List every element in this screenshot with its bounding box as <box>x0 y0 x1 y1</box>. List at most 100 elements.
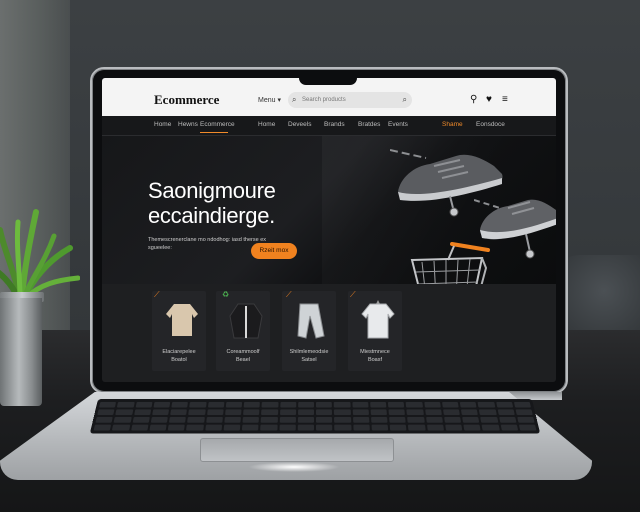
key[interactable] <box>170 409 188 416</box>
trackpad[interactable] <box>200 438 394 462</box>
key[interactable] <box>459 401 477 408</box>
key[interactable] <box>316 424 333 431</box>
key[interactable] <box>352 424 370 431</box>
key[interactable] <box>513 401 531 408</box>
key[interactable] <box>260 416 278 423</box>
key[interactable] <box>261 409 278 416</box>
key[interactable] <box>389 416 406 423</box>
key[interactable] <box>407 416 425 423</box>
site-logo[interactable]: Ecommerce <box>154 92 219 108</box>
key[interactable] <box>425 416 443 423</box>
key[interactable] <box>460 409 479 416</box>
key[interactable] <box>115 409 133 416</box>
key[interactable] <box>387 401 405 408</box>
nav-item[interactable]: Bratdes <box>358 121 380 128</box>
key[interactable] <box>113 416 132 423</box>
key[interactable] <box>188 409 206 416</box>
key[interactable] <box>224 409 242 416</box>
key[interactable] <box>424 409 442 416</box>
key[interactable] <box>369 401 387 408</box>
key[interactable] <box>205 416 223 423</box>
nav-item[interactable]: Ecommerce <box>200 121 235 128</box>
key[interactable] <box>518 424 537 431</box>
user-icon[interactable]: ⚲ <box>470 94 477 105</box>
key[interactable] <box>223 424 241 431</box>
key[interactable] <box>278 424 296 431</box>
key[interactable] <box>99 401 117 408</box>
key[interactable] <box>279 416 296 423</box>
key[interactable] <box>442 409 460 416</box>
key[interactable] <box>261 401 279 408</box>
key[interactable] <box>477 401 495 408</box>
key[interactable] <box>153 401 171 408</box>
key[interactable] <box>423 401 441 408</box>
key[interactable] <box>388 409 406 416</box>
key[interactable] <box>480 416 498 423</box>
key[interactable] <box>481 424 500 431</box>
key[interactable] <box>334 424 352 431</box>
key[interactable] <box>497 409 515 416</box>
key[interactable] <box>297 424 314 431</box>
key[interactable] <box>167 424 186 431</box>
key[interactable] <box>95 416 114 423</box>
key[interactable] <box>500 424 518 431</box>
nav-item[interactable]: Events <box>388 121 408 128</box>
key[interactable] <box>297 416 314 423</box>
key[interactable] <box>297 401 315 408</box>
key[interactable] <box>333 401 351 408</box>
menu-dropdown[interactable]: Menu ▾ <box>258 96 281 104</box>
key[interactable] <box>444 424 463 431</box>
key[interactable] <box>351 401 369 408</box>
key[interactable] <box>352 409 369 416</box>
key[interactable] <box>316 416 333 423</box>
key[interactable] <box>315 401 333 408</box>
key[interactable] <box>133 409 151 416</box>
key[interactable] <box>97 409 115 416</box>
key[interactable] <box>93 424 112 431</box>
key[interactable] <box>426 424 444 431</box>
search-input[interactable]: ⌕ Search products ⌕ <box>288 92 412 108</box>
nav-item[interactable]: Home <box>154 121 171 128</box>
key[interactable] <box>334 409 351 416</box>
key[interactable] <box>206 409 224 416</box>
key[interactable] <box>112 424 130 431</box>
key[interactable] <box>207 401 225 408</box>
key[interactable] <box>406 409 424 416</box>
hero-cta-button[interactable]: Rzeit mox <box>251 243 297 259</box>
key[interactable] <box>462 416 480 423</box>
key[interactable] <box>352 416 370 423</box>
key[interactable] <box>479 409 497 416</box>
key[interactable] <box>150 416 168 423</box>
nav-item[interactable]: Deveels <box>288 121 311 128</box>
key[interactable] <box>260 424 278 431</box>
key[interactable] <box>117 401 135 408</box>
key[interactable] <box>408 424 426 431</box>
key[interactable] <box>241 424 259 431</box>
key[interactable] <box>279 409 296 416</box>
key[interactable] <box>516 416 535 423</box>
key[interactable] <box>168 416 187 423</box>
key[interactable] <box>515 409 533 416</box>
key[interactable] <box>297 409 315 416</box>
key[interactable] <box>279 401 297 408</box>
key[interactable] <box>495 401 513 408</box>
key[interactable] <box>149 424 167 431</box>
key[interactable] <box>498 416 517 423</box>
key[interactable] <box>171 401 189 408</box>
nav-item[interactable]: Eonsdoce <box>476 121 505 128</box>
key[interactable] <box>443 416 462 423</box>
key[interactable] <box>315 409 333 416</box>
heart-icon[interactable]: ♥ <box>486 94 492 105</box>
hamburger-icon[interactable]: ≡ <box>502 94 508 105</box>
key[interactable] <box>243 409 260 416</box>
key[interactable] <box>370 416 388 423</box>
nav-item[interactable]: Brands <box>324 121 345 128</box>
nav-item[interactable]: Hewns <box>178 121 198 128</box>
key[interactable] <box>242 416 260 423</box>
key[interactable] <box>441 401 459 408</box>
key[interactable] <box>224 416 241 423</box>
key[interactable] <box>463 424 481 431</box>
key[interactable] <box>225 401 243 408</box>
key[interactable] <box>204 424 222 431</box>
key[interactable] <box>189 401 207 408</box>
